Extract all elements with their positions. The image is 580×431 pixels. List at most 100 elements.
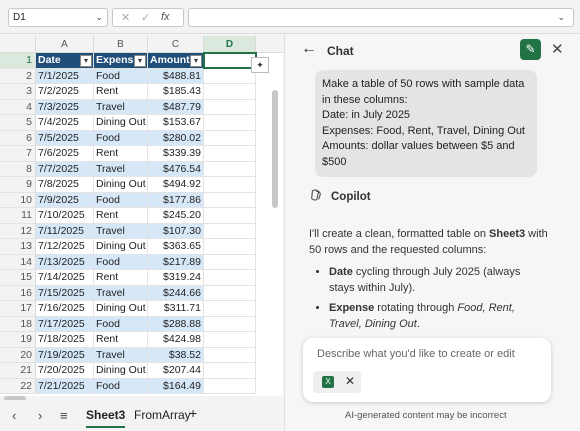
row-header[interactable]: 4 (0, 99, 36, 115)
table-cell[interactable]: $476.54 (148, 161, 204, 177)
row-header[interactable]: 7 (0, 146, 36, 162)
next-sheet-icon[interactable]: › (38, 408, 42, 423)
context-chip[interactable]: X ✕ (313, 371, 361, 393)
table-cell[interactable]: Dining Out (94, 301, 148, 317)
row-header[interactable]: 16 (0, 285, 36, 301)
table-cell[interactable]: $38.52 (148, 347, 204, 363)
table-cell[interactable]: $217.89 (148, 254, 204, 270)
table-cell[interactable]: Rent (94, 146, 148, 162)
new-chat-button[interactable]: ✎ (520, 39, 541, 60)
row-header[interactable]: 3 (0, 84, 36, 100)
table-cell[interactable] (204, 301, 256, 317)
row-header[interactable]: 10 (0, 192, 36, 208)
composer-placeholder[interactable]: Describe what you'd like to create or ed… (317, 348, 515, 360)
row-header[interactable]: 15 (0, 270, 36, 286)
formula-input[interactable]: ⌄ (188, 8, 574, 27)
row-header[interactable]: 20 (0, 347, 36, 363)
table-cell[interactable]: Rent (94, 332, 148, 348)
table-cell[interactable] (204, 192, 256, 208)
table-cell[interactable] (204, 115, 256, 131)
table-cell[interactable]: Travel (94, 285, 148, 301)
selected-cell-d1[interactable] (203, 52, 257, 69)
table-header-cell[interactable]: Date ▾ (36, 53, 94, 69)
table-cell[interactable]: 7/1/2025 (36, 68, 94, 84)
analyze-data-icon[interactable]: ✦ (251, 57, 269, 73)
row-header[interactable]: 2 (0, 68, 36, 84)
table-cell[interactable]: $245.20 (148, 208, 204, 224)
row-header[interactable]: 21 (0, 363, 36, 379)
row-header[interactable]: 5 (0, 115, 36, 131)
table-cell[interactable]: 7/10/2025 (36, 208, 94, 224)
table-cell[interactable]: Food (94, 254, 148, 270)
table-cell[interactable] (204, 378, 256, 394)
row-header[interactable]: 14 (0, 254, 36, 270)
expand-formula-icon[interactable]: ⌄ (557, 12, 565, 23)
table-cell[interactable]: 7/20/2025 (36, 363, 94, 379)
table-cell[interactable]: $494.92 (148, 177, 204, 193)
table-cell[interactable]: $280.02 (148, 130, 204, 146)
insert-function-button[interactable]: fx (161, 11, 170, 23)
table-cell[interactable] (204, 146, 256, 162)
table-cell[interactable]: 7/17/2025 (36, 316, 94, 332)
table-header-cell[interactable]: Amount ▾ (148, 53, 204, 69)
back-arrow-icon[interactable]: ← (301, 40, 317, 58)
table-cell[interactable]: Food (94, 130, 148, 146)
table-cell[interactable] (204, 316, 256, 332)
name-box[interactable]: D1 ⌄ (8, 8, 108, 27)
table-cell[interactable]: Travel (94, 223, 148, 239)
table-cell[interactable] (204, 363, 256, 379)
table-cell[interactable]: Dining Out (94, 115, 148, 131)
table-cell[interactable]: Dining Out (94, 363, 148, 379)
column-header-c[interactable]: C (148, 36, 204, 53)
table-cell[interactable] (204, 208, 256, 224)
column-header-a[interactable]: A (36, 36, 94, 53)
prev-sheet-icon[interactable]: ‹ (12, 408, 16, 423)
filter-dropdown-icon[interactable]: ▾ (80, 55, 92, 67)
table-cell[interactable] (204, 99, 256, 115)
table-cell[interactable]: Travel (94, 347, 148, 363)
row-header[interactable]: 9 (0, 177, 36, 193)
cancel-icon[interactable]: ✕ (121, 11, 130, 24)
column-header-d[interactable]: D (204, 36, 256, 53)
table-cell[interactable]: $185.43 (148, 84, 204, 100)
table-cell[interactable]: 7/6/2025 (36, 146, 94, 162)
table-cell[interactable]: 7/8/2025 (36, 177, 94, 193)
table-cell[interactable]: Travel (94, 99, 148, 115)
table-cell[interactable]: 7/21/2025 (36, 378, 94, 394)
row-header[interactable]: 18 (0, 316, 36, 332)
table-cell[interactable]: Dining Out (94, 177, 148, 193)
close-icon[interactable]: ✕ (551, 40, 564, 58)
table-cell[interactable]: $424.98 (148, 332, 204, 348)
all-sheets-menu-icon[interactable]: ≡ (60, 408, 68, 423)
select-all-corner[interactable] (0, 36, 36, 53)
table-cell[interactable] (204, 239, 256, 255)
table-cell[interactable]: 7/4/2025 (36, 115, 94, 131)
table-cell[interactable]: 7/11/2025 (36, 223, 94, 239)
table-cell[interactable]: $153.67 (148, 115, 204, 131)
table-cell[interactable]: Travel (94, 161, 148, 177)
chat-composer[interactable]: Describe what you'd like to create or ed… (303, 338, 551, 402)
table-cell[interactable] (204, 347, 256, 363)
table-cell[interactable]: $288.88 (148, 316, 204, 332)
table-cell[interactable]: Food (94, 378, 148, 394)
table-cell[interactable]: Rent (94, 208, 148, 224)
column-header-e[interactable] (256, 36, 283, 53)
table-cell[interactable]: $107.30 (148, 223, 204, 239)
chevron-down-icon[interactable]: ⌄ (95, 12, 103, 23)
table-cell[interactable]: Dining Out (94, 239, 148, 255)
table-cell[interactable]: 7/12/2025 (36, 239, 94, 255)
table-cell[interactable]: 7/7/2025 (36, 161, 94, 177)
table-cell[interactable]: 7/16/2025 (36, 301, 94, 317)
filter-dropdown-icon[interactable]: ▾ (190, 55, 202, 67)
table-cell[interactable]: $207.44 (148, 363, 204, 379)
table-cell[interactable]: $177.86 (148, 192, 204, 208)
confirm-icon[interactable]: ✓ (141, 11, 150, 24)
tab-sheet3[interactable]: Sheet3 (86, 408, 126, 428)
table-cell[interactable]: 7/3/2025 (36, 99, 94, 115)
row-header[interactable]: 6 (0, 130, 36, 146)
table-cell[interactable] (204, 332, 256, 348)
table-cell[interactable]: $488.81 (148, 68, 204, 84)
table-cell[interactable]: Rent (94, 270, 148, 286)
row-header[interactable]: 17 (0, 301, 36, 317)
table-cell[interactable]: $311.71 (148, 301, 204, 317)
